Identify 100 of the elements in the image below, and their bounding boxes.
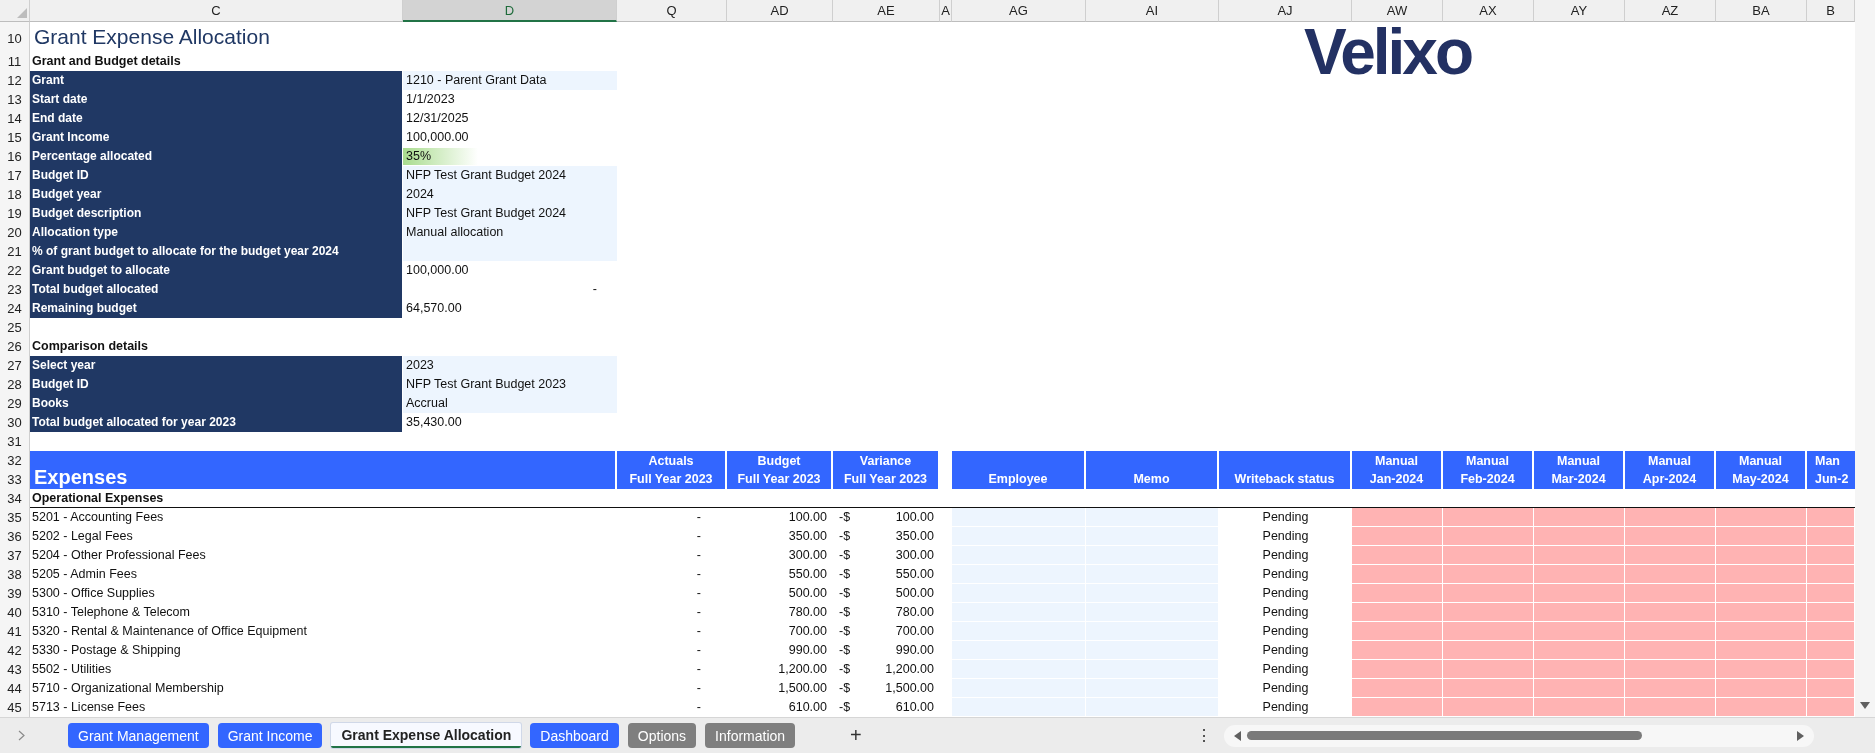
allocation-cell[interactable] (1443, 641, 1534, 660)
allocation-cell[interactable] (1352, 679, 1443, 698)
allocation-cell[interactable] (1352, 565, 1443, 584)
allocation-cell[interactable] (1352, 508, 1443, 527)
allocation-cell[interactable] (1625, 527, 1716, 546)
allocation-cell[interactable] (1807, 584, 1855, 603)
allocation-cell[interactable] (1807, 603, 1855, 622)
allocation-cell[interactable] (1625, 660, 1716, 679)
allocation-cell[interactable] (1716, 679, 1807, 698)
allocation-cell[interactable] (1534, 565, 1625, 584)
input-cell[interactable] (952, 508, 1086, 527)
horizontal-scrollbar[interactable] (1223, 724, 1814, 747)
value-cell[interactable]: NFP Test Grant Budget 2024 (403, 204, 617, 224)
allocation-cell[interactable] (1443, 527, 1534, 546)
allocation-cell[interactable] (1352, 603, 1443, 622)
row-header[interactable]: 20 (0, 223, 30, 243)
scroll-right-icon[interactable] (1796, 730, 1804, 741)
allocation-cell[interactable] (1716, 622, 1807, 641)
scroll-down-icon[interactable] (1860, 702, 1870, 709)
row-header[interactable]: 19 (0, 204, 30, 224)
row-header[interactable]: 16 (0, 147, 30, 167)
allocation-cell[interactable] (1716, 584, 1807, 603)
row-header[interactable]: 30 (0, 413, 30, 433)
row-header[interactable]: 38 (0, 565, 30, 584)
value-cell[interactable] (403, 242, 617, 262)
allocation-cell[interactable] (1443, 508, 1534, 527)
row-header[interactable]: 13 (0, 90, 30, 110)
row-header[interactable]: 15 (0, 128, 30, 148)
allocation-cell[interactable] (1625, 622, 1716, 641)
allocation-cell[interactable] (1807, 698, 1855, 717)
row-header[interactable]: 31 (0, 432, 30, 451)
allocation-cell[interactable] (1716, 527, 1807, 546)
row-header[interactable]: 39 (0, 584, 30, 603)
allocation-cell[interactable] (1352, 660, 1443, 679)
row-header[interactable]: 42 (0, 641, 30, 660)
column-header[interactable]: AD (727, 0, 833, 22)
allocation-cell[interactable] (1443, 698, 1534, 717)
allocation-cell[interactable] (1807, 546, 1855, 565)
allocation-cell[interactable] (1716, 565, 1807, 584)
column-header[interactable]: AJ (1219, 0, 1352, 22)
column-header[interactable]: Q (617, 0, 727, 22)
more-button[interactable]: ⋮ (1191, 726, 1216, 745)
allocation-cell[interactable] (1534, 527, 1625, 546)
row-header[interactable]: 25 (0, 318, 30, 337)
allocation-cell[interactable] (1716, 660, 1807, 679)
allocation-cell[interactable] (1534, 584, 1625, 603)
allocation-cell[interactable] (1352, 584, 1443, 603)
allocation-cell[interactable] (1534, 603, 1625, 622)
column-header[interactable]: BA (1716, 0, 1807, 22)
allocation-cell[interactable] (1534, 698, 1625, 717)
allocation-cell[interactable] (1807, 527, 1855, 546)
column-header[interactable]: AZ (1625, 0, 1716, 22)
allocation-cell[interactable] (1352, 546, 1443, 565)
allocation-cell[interactable] (1625, 565, 1716, 584)
chevron-right-icon[interactable] (18, 730, 25, 741)
allocation-cell[interactable] (1716, 641, 1807, 660)
allocation-cell[interactable] (1534, 641, 1625, 660)
allocation-cell[interactable] (1807, 508, 1855, 527)
allocation-cell[interactable] (1807, 565, 1855, 584)
allocation-cell[interactable] (1716, 508, 1807, 527)
input-cell[interactable] (952, 698, 1086, 717)
row-header[interactable]: 33 (0, 470, 29, 489)
allocation-cell[interactable] (1716, 546, 1807, 565)
allocation-cell[interactable] (1352, 641, 1443, 660)
select-all-icon[interactable] (17, 8, 27, 18)
value-cell[interactable]: Manual allocation (403, 223, 617, 243)
row-header[interactable]: 43 (0, 660, 30, 679)
allocation-cell[interactable] (1352, 622, 1443, 641)
row-header[interactable]: 18 (0, 185, 30, 205)
allocation-cell[interactable] (1443, 565, 1534, 584)
allocation-cell[interactable] (1352, 527, 1443, 546)
allocation-cell[interactable] (1625, 679, 1716, 698)
row-header[interactable]: 40 (0, 603, 30, 622)
column-header[interactable]: AX (1443, 0, 1534, 22)
input-cell[interactable] (1086, 698, 1219, 717)
column-header[interactable]: AE (833, 0, 940, 22)
allocation-cell[interactable] (1534, 679, 1625, 698)
column-header[interactable]: A (940, 0, 952, 22)
allocation-cell[interactable] (1443, 546, 1534, 565)
allocation-cell[interactable] (1807, 622, 1855, 641)
allocation-cell[interactable] (1716, 603, 1807, 622)
allocation-cell[interactable] (1807, 641, 1855, 660)
row-header[interactable]: 22 (0, 261, 30, 281)
allocation-cell[interactable] (1807, 660, 1855, 679)
allocation-cell[interactable] (1807, 679, 1855, 698)
allocation-cell[interactable] (1534, 508, 1625, 527)
allocation-cell[interactable] (1443, 679, 1534, 698)
sheet-tab[interactable]: Grant Income (217, 723, 323, 748)
row-header[interactable]: 21 (0, 242, 30, 262)
allocation-cell[interactable] (1625, 641, 1716, 660)
row-header[interactable]: 27 (0, 356, 30, 376)
value-cell[interactable]: NFP Test Grant Budget 2024 (403, 166, 617, 186)
row-header[interactable]: 35 (0, 508, 30, 527)
row-header[interactable]: 12 (0, 71, 30, 91)
allocation-cell[interactable] (1625, 603, 1716, 622)
row-header[interactable]: 26 (0, 337, 30, 356)
allocation-cell[interactable] (1534, 622, 1625, 641)
value-cell[interactable]: 1210 - Parent Grant Data (403, 71, 617, 91)
input-cell[interactable] (1086, 508, 1219, 527)
column-header[interactable]: AG (952, 0, 1086, 22)
